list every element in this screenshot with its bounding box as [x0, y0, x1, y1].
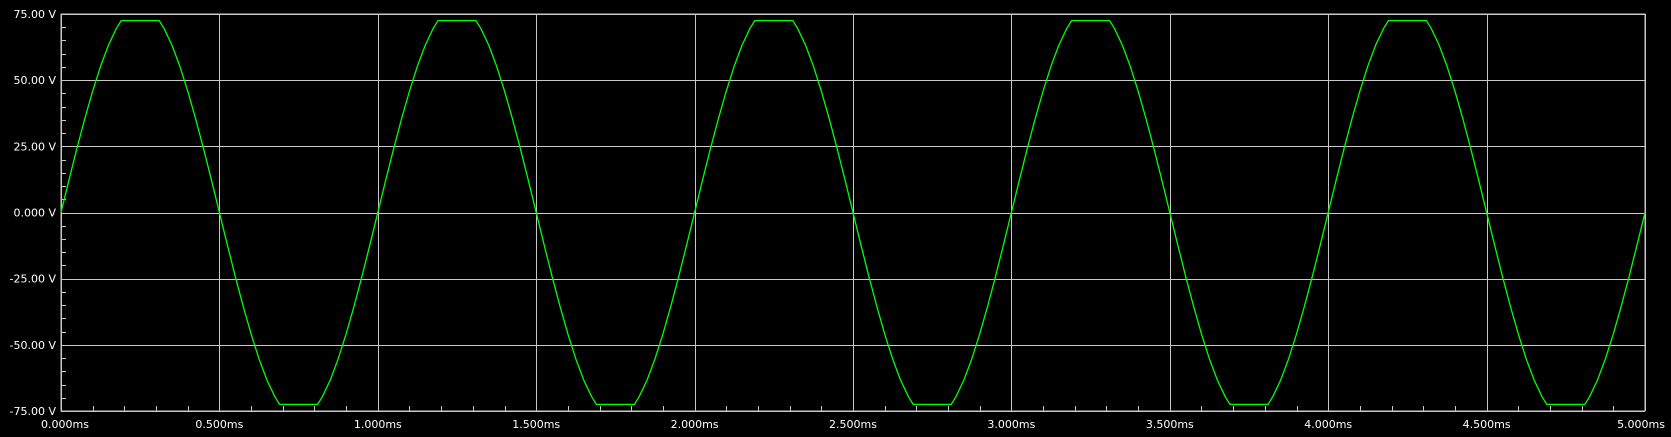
x-tick-label: 3.500ms: [1146, 418, 1194, 431]
x-tick-label: 4.000ms: [1304, 418, 1352, 431]
x-tick-label: 4.500ms: [1463, 418, 1511, 431]
plot-background: [0, 0, 1671, 437]
oscilloscope-plot: 75.00 V 50.00 V 25.00 V 0.000 V -25.00 V -50.…: [0, 0, 1671, 437]
y-tick-label: 25.00 V: [13, 140, 56, 153]
y-tick-label: 0.000 V: [13, 207, 56, 220]
x-tick-label: 1.500ms: [512, 418, 560, 431]
x-tick-label: 5.000ms: [1617, 418, 1665, 431]
y-tick-label: 50.00 V: [13, 74, 56, 87]
y-tick-label: -50.00 V: [10, 339, 57, 352]
x-tick-label: 2.000ms: [671, 418, 719, 431]
y-tick-label: -75.00 V: [10, 405, 57, 418]
x-tick-label: 2.500ms: [829, 418, 877, 431]
y-tick-label: -25.00 V: [10, 273, 57, 286]
x-tick-label: 0.000ms: [41, 418, 89, 431]
x-tick-label: 1.000ms: [354, 418, 402, 431]
x-tick-label: 3.000ms: [987, 418, 1035, 431]
y-tick-label: 75.00 V: [13, 8, 56, 21]
x-tick-label: 0.500ms: [195, 418, 243, 431]
